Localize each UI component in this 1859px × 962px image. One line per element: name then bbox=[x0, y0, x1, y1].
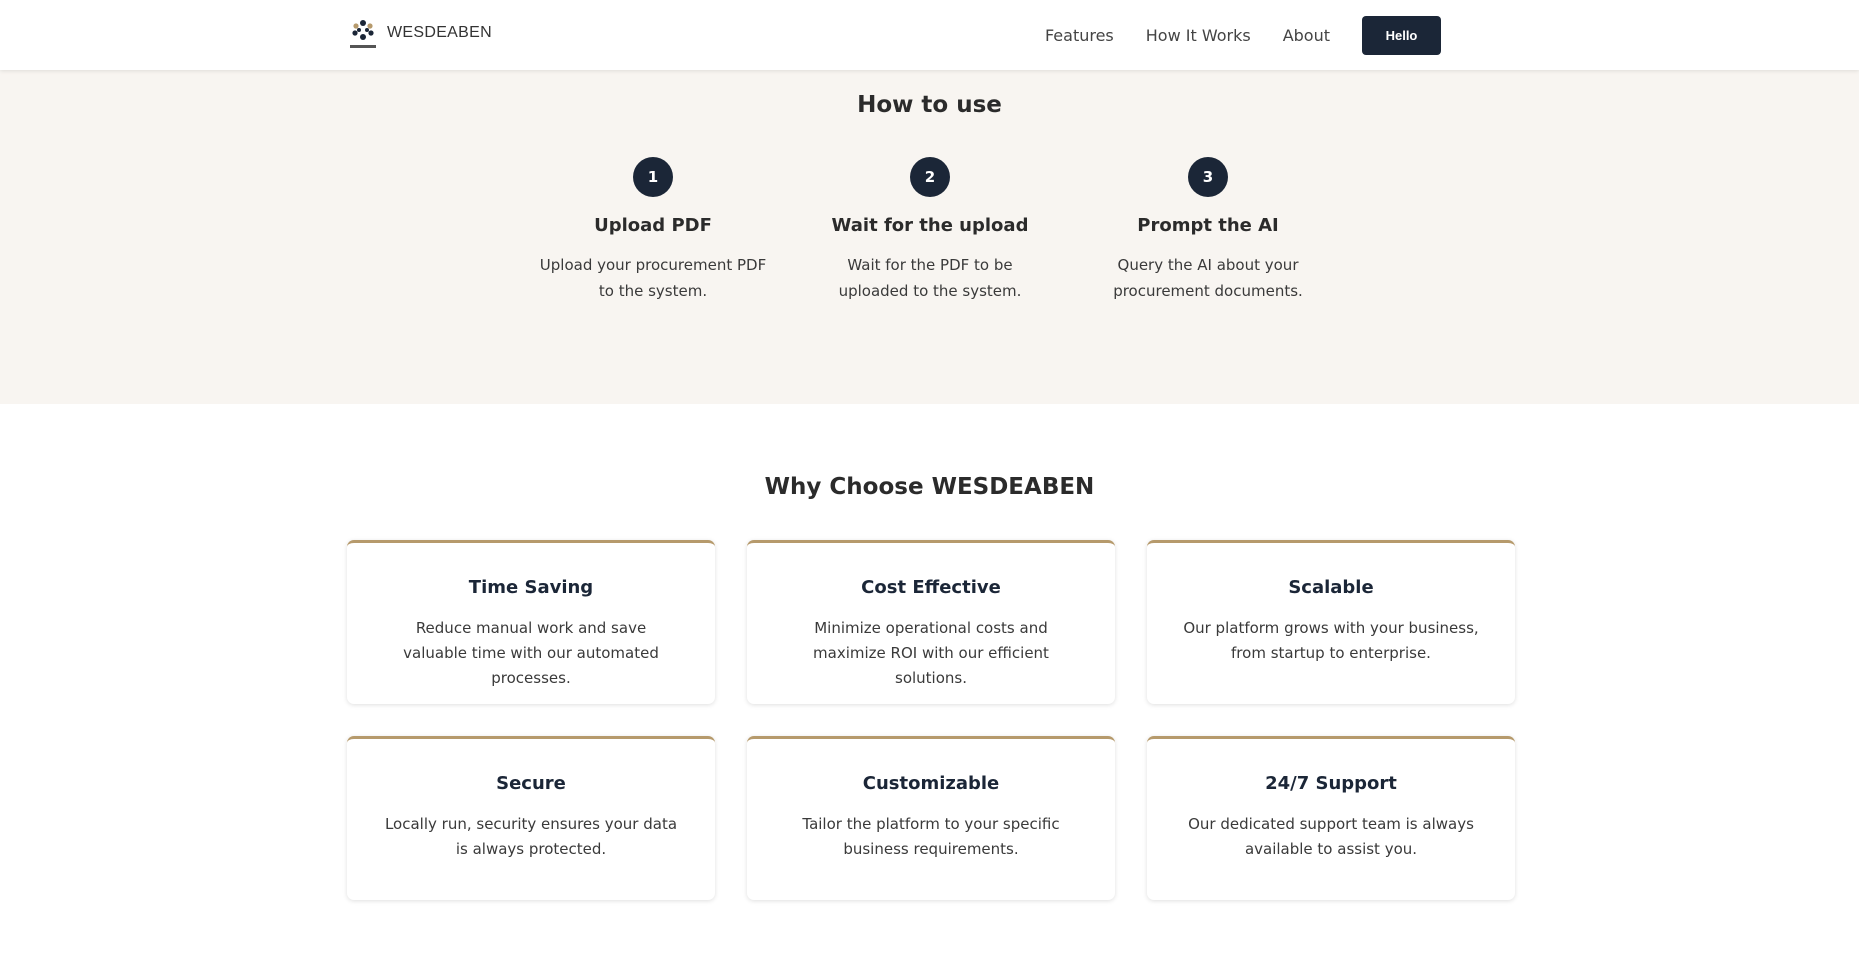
step-number-badge: 2 bbox=[910, 157, 950, 197]
card-title: Customizable bbox=[862, 773, 1000, 794]
step-title: Prompt the AI bbox=[1137, 215, 1279, 236]
feature-card-cost-effective: Cost Effective Minimize operational cost… bbox=[747, 540, 1115, 704]
step-description: Wait for the PDF to be uploaded to the s… bbox=[838, 256, 1022, 300]
how-to-use-section: How to use 1 Upload PDF Upload your proc… bbox=[0, 70, 1859, 404]
feature-card-customizable: Customizable Tailor the platform to your… bbox=[747, 736, 1115, 900]
step-wait-upload: 2 Wait for the upload Wait for the PDF t… bbox=[805, 157, 1055, 304]
feature-card-scalable: Scalable Our platform grows with your bu… bbox=[1147, 540, 1515, 704]
card-title: Scalable bbox=[1288, 577, 1374, 598]
step-upload-pdf: 1 Upload PDF Upload your procurement PDF… bbox=[528, 157, 778, 304]
nav-link-about[interactable]: About bbox=[1283, 26, 1330, 45]
step-description: Upload your procurement PDF to the syste… bbox=[539, 256, 767, 300]
hello-button[interactable]: Hello bbox=[1362, 15, 1441, 55]
card-description: Locally run, security ensures your data … bbox=[384, 815, 678, 858]
step-number-badge: 1 bbox=[633, 157, 673, 197]
step-title: Wait for the upload bbox=[831, 215, 1029, 236]
card-description: Tailor the platform to your specific bus… bbox=[802, 815, 1060, 858]
nav-link-how-it-works[interactable]: How It Works bbox=[1146, 26, 1251, 45]
nav-link-features[interactable]: Features bbox=[1045, 26, 1114, 45]
top-navbar: WESDEABEN Features How It Works About He… bbox=[0, 0, 1859, 70]
why-choose-title: Why Choose WESDEABEN bbox=[764, 474, 1095, 500]
feature-card-secure: Secure Locally run, security ensures you… bbox=[347, 736, 715, 900]
brand-name[interactable]: WESDEABEN bbox=[387, 24, 492, 42]
card-title: 24/7 Support bbox=[1265, 773, 1397, 794]
how-to-use-title: How to use bbox=[857, 92, 1002, 118]
step-title: Upload PDF bbox=[594, 215, 712, 236]
card-title: Cost Effective bbox=[861, 577, 1001, 598]
main-nav: Features How It Works About Hello bbox=[1045, 0, 1441, 70]
feature-card-time-saving: Time Saving Reduce manual work and save … bbox=[347, 540, 715, 704]
card-description: Reduce manual work and save valuable tim… bbox=[403, 619, 659, 687]
card-description: Our dedicated support team is always ava… bbox=[1188, 815, 1474, 858]
feature-cards-grid: Time Saving Reduce manual work and save … bbox=[347, 540, 1515, 900]
card-title: Time Saving bbox=[468, 577, 594, 598]
card-title: Secure bbox=[496, 773, 566, 794]
feature-card-support: 24/7 Support Our dedicated support team … bbox=[1147, 736, 1515, 900]
logo-icon[interactable] bbox=[347, 18, 379, 52]
card-description: Our platform grows with your business, f… bbox=[1183, 619, 1479, 662]
step-number-badge: 3 bbox=[1188, 157, 1228, 197]
step-prompt-ai: 3 Prompt the AI Query the AI about your … bbox=[1083, 157, 1333, 304]
step-description: Query the AI about your procurement docu… bbox=[1113, 256, 1303, 300]
card-description: Minimize operational costs and maximize … bbox=[813, 619, 1049, 687]
